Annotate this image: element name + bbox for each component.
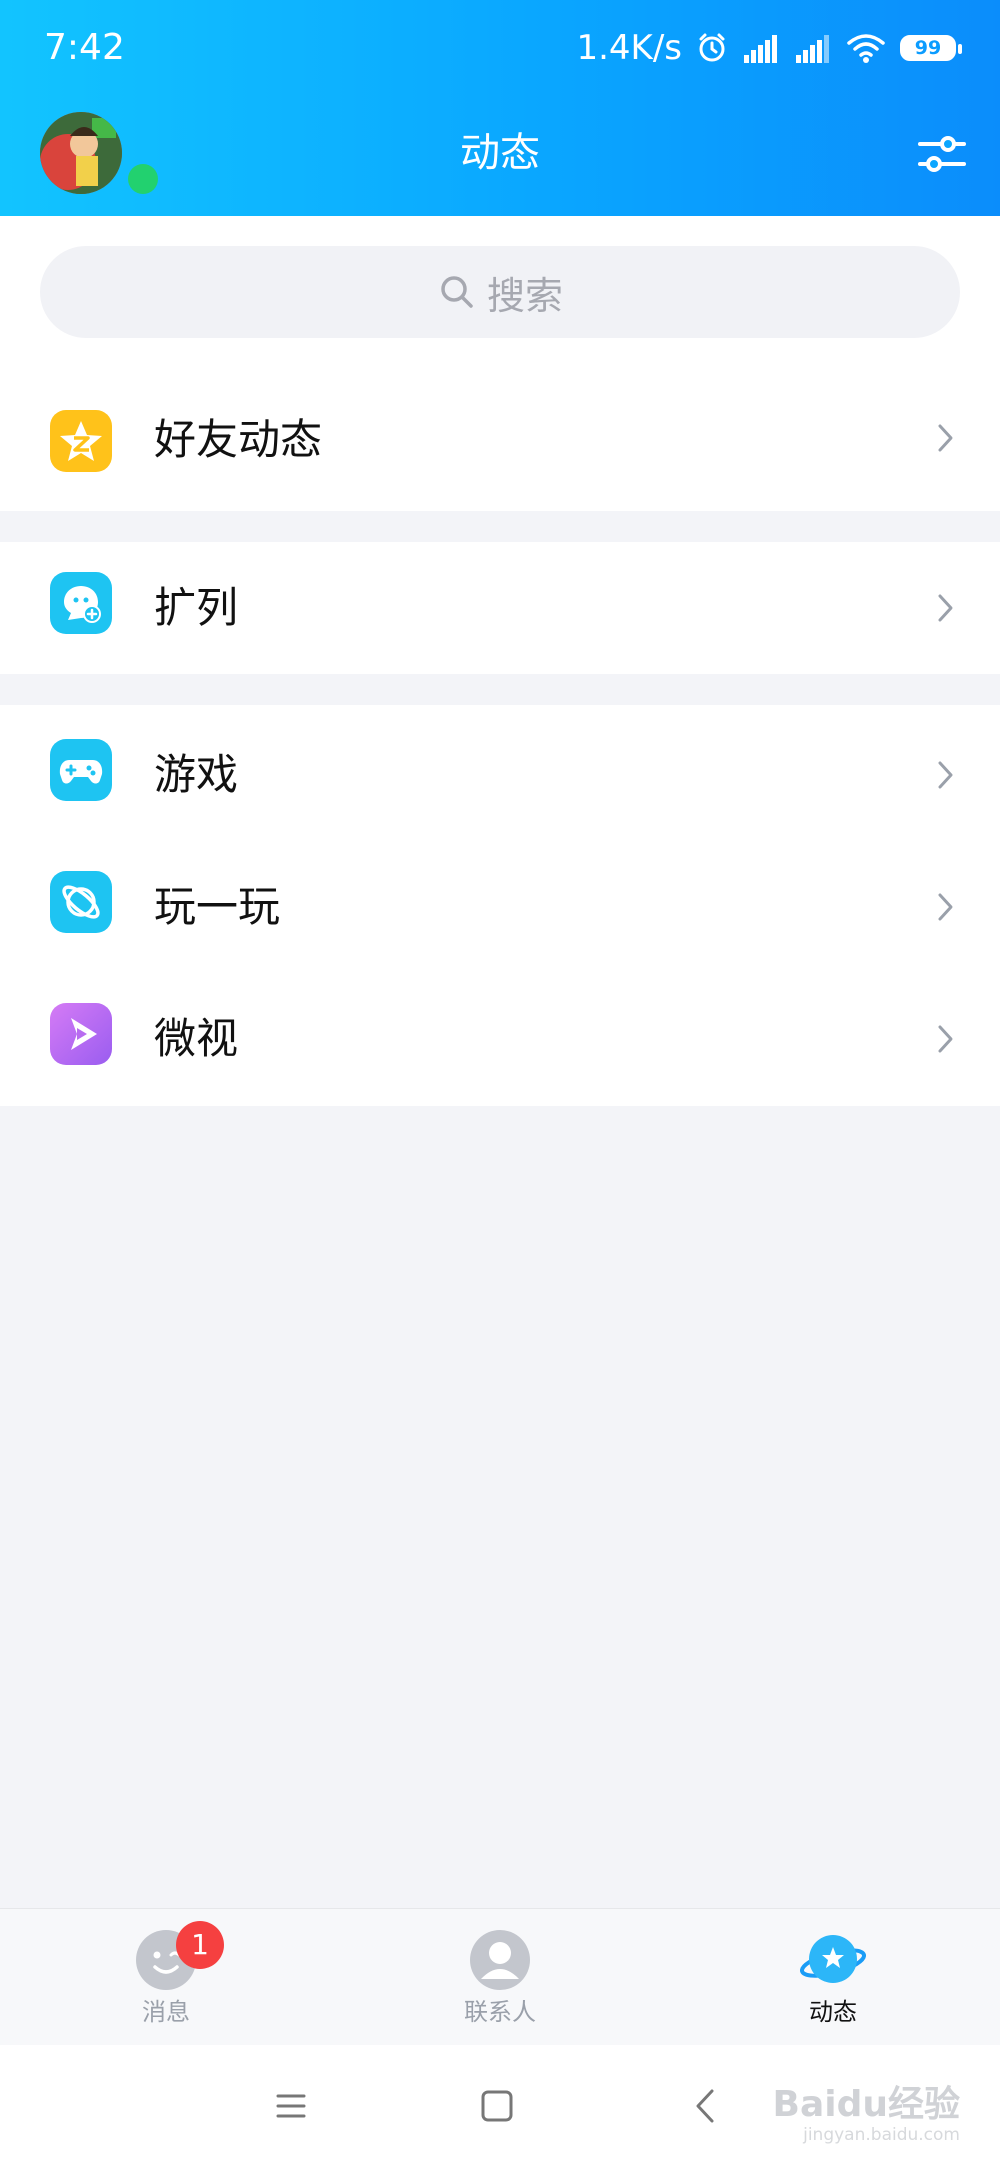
row-label: 游戏: [154, 750, 239, 799]
tab-label: 动态: [809, 1998, 857, 2026]
planet-icon: [50, 871, 112, 933]
header: 7:42 1.4K/s 99 动态: [0, 0, 1000, 216]
row-label: 扩列: [154, 583, 239, 632]
search-placeholder: 搜索: [486, 273, 563, 318]
search-input[interactable]: 搜索: [40, 246, 960, 338]
row-label: 微视: [154, 1014, 239, 1063]
home-icon[interactable]: [474, 2083, 520, 2129]
battery-indicator: 99: [900, 35, 962, 61]
chevron-right-icon: [938, 761, 953, 789]
qzone-star-icon: [50, 410, 112, 472]
add-friend-bubble-icon: [50, 572, 112, 634]
back-icon[interactable]: [684, 2083, 730, 2129]
page-title: 动态: [460, 130, 540, 176]
tab-contacts[interactable]: 联系人: [430, 1927, 570, 2037]
watermark: Baidu经验 jingyan.baidu.com: [773, 2075, 960, 2145]
tab-messages[interactable]: 消息 1: [96, 1921, 236, 2037]
chevron-right-icon: [938, 893, 953, 921]
section-apps: 游戏 玩一玩 微视: [0, 705, 1000, 1106]
planet-star-icon: [800, 1935, 866, 1983]
menu-icon[interactable]: [268, 2083, 314, 2129]
section-kuolie: 扩列: [0, 542, 1000, 674]
watermark-brand: Baidu经验: [772, 2084, 960, 2125]
search-area: 搜索: [0, 216, 1000, 366]
wifi-icon: [847, 34, 885, 63]
alarm-icon: [699, 33, 725, 62]
contacts-person-icon: [470, 1930, 530, 1990]
list-item-friend-feed[interactable]: 好友动态: [0, 366, 1000, 511]
list-item-play[interactable]: 玩一玩: [0, 841, 1000, 973]
tab-feed[interactable]: 动态: [763, 1927, 903, 2037]
status-bar: 7:42 1.4K/s 99: [0, 0, 1000, 98]
system-navigation-bar: Baidu经验 jingyan.baidu.com: [0, 2045, 1000, 2167]
chevron-right-icon: [938, 424, 953, 452]
unread-badge: 1: [176, 1921, 224, 1969]
search-icon: [441, 276, 473, 308]
watermark-url: jingyan.baidu.com: [803, 2125, 960, 2145]
status-time: 7:42: [44, 27, 125, 68]
row-label: 好友动态: [154, 415, 323, 464]
settings-sliders-icon[interactable]: [916, 128, 968, 180]
tab-label: 消息: [142, 1998, 190, 2026]
gamepad-icon: [50, 739, 112, 801]
bottom-tab-bar: 消息 1 联系人 动态: [0, 1908, 1000, 2046]
nav-bar: 动态: [0, 98, 1000, 216]
row-label: 玩一玩: [154, 882, 281, 931]
tab-label: 联系人: [464, 1998, 536, 2026]
chevron-right-icon: [938, 1025, 953, 1053]
list-item-weishi[interactable]: 微视: [0, 973, 1000, 1105]
list-item-kuolie[interactable]: 扩列: [0, 542, 1000, 674]
list-item-games[interactable]: 游戏: [0, 709, 1000, 841]
play-icon: [50, 1003, 112, 1065]
status-icons: 1.4K/s 99: [576, 26, 962, 70]
signal-2-icon: [796, 35, 829, 63]
signal-icon: [744, 35, 777, 63]
net-speed: 1.4K/s: [576, 28, 682, 68]
chevron-right-icon: [938, 594, 953, 622]
section-friends: 好友动态: [0, 366, 1000, 511]
